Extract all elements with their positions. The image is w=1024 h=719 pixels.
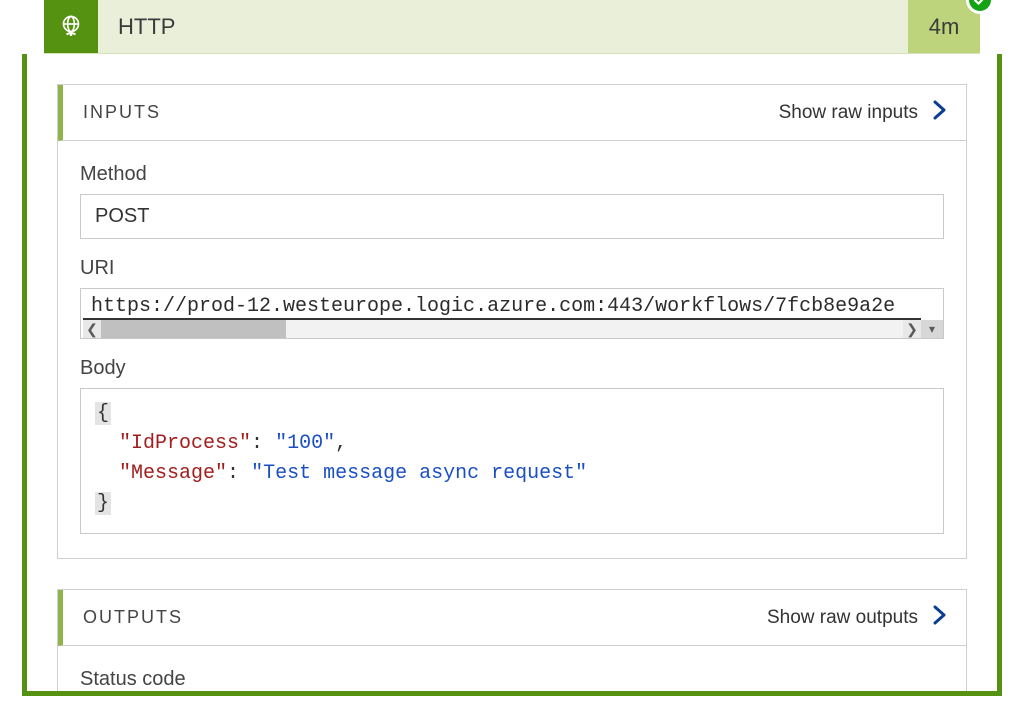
chevron-right-icon (932, 605, 948, 631)
scroll-left-button[interactable]: ❮ (83, 320, 101, 338)
scroll-thumb[interactable] (101, 320, 286, 338)
method-label: Method (80, 163, 944, 186)
uri-field: https://prod-12.westeurope.logic.azure.c… (80, 288, 944, 339)
body-label: Body (80, 357, 944, 380)
body-message-value: "Test message async request" (251, 462, 587, 485)
outputs-title: OUTPUTS (83, 607, 767, 628)
uri-value[interactable]: https://prod-12.westeurope.logic.azure.c… (83, 291, 921, 320)
uri-label: URI (80, 257, 944, 280)
show-raw-inputs-label: Show raw inputs (779, 102, 918, 124)
body-idprocess-value: "100" (275, 432, 335, 455)
outputs-panel-header: OUTPUTS Show raw outputs (58, 590, 966, 646)
checkmark-icon (972, 0, 988, 8)
http-step-header[interactable]: HTTP 4m (44, 0, 980, 54)
status-code-label: Status code (80, 668, 944, 691)
scroll-right-button[interactable]: ❯ (903, 320, 921, 338)
show-raw-inputs-link[interactable]: Show raw inputs (779, 100, 948, 126)
inputs-title: INPUTS (83, 102, 779, 123)
step-title: HTTP (98, 0, 908, 53)
globe-icon (56, 12, 86, 42)
http-step-icon (44, 0, 98, 53)
inputs-panel-header: INPUTS Show raw inputs (58, 85, 966, 141)
inputs-panel: INPUTS Show raw inputs Method POST URI h… (57, 84, 967, 559)
outputs-panel: OUTPUTS Show raw outputs Status code (57, 589, 967, 691)
body-value: { "IdProcess": "100", "Message": "Test m… (80, 388, 944, 534)
uri-horizontal-scrollbar[interactable]: ❮ ❯ (83, 320, 921, 338)
json-open-brace: { (95, 402, 111, 425)
show-raw-outputs-link[interactable]: Show raw outputs (767, 605, 948, 631)
method-value: POST (80, 194, 944, 239)
json-close-brace: } (95, 492, 111, 515)
uri-expand-button[interactable]: ▾ (921, 320, 943, 338)
show-raw-outputs-label: Show raw outputs (767, 607, 918, 629)
chevron-right-icon (932, 100, 948, 126)
